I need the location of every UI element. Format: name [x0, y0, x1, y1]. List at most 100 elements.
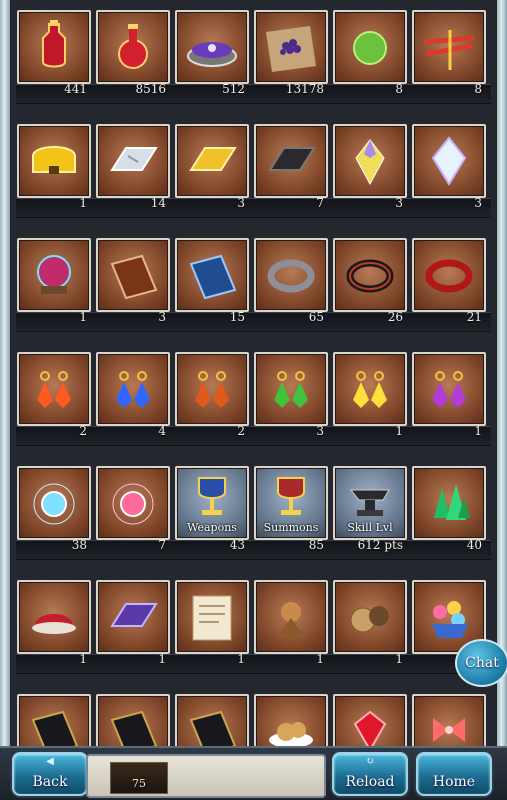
inventory-item[interactable]: Skill Lvl 612 pts: [333, 456, 411, 556]
item-tile[interactable]: [17, 238, 91, 312]
item-tile[interactable]: [412, 10, 486, 84]
item-tile[interactable]: [96, 694, 170, 748]
item-tile[interactable]: [175, 352, 249, 426]
item-tile[interactable]: [96, 10, 170, 84]
inventory-item[interactable]: 4: [96, 342, 174, 442]
item-tile[interactable]: [96, 466, 170, 540]
item-tile[interactable]: [333, 352, 407, 426]
home-button[interactable]: Home: [416, 752, 492, 796]
inventory-item[interactable]: 3: [96, 228, 174, 328]
inventory-item[interactable]: Summons 85: [254, 456, 332, 556]
inventory-item[interactable]: 1: [333, 570, 411, 670]
inventory-item[interactable]: 40: [412, 456, 490, 556]
item-tile[interactable]: [96, 352, 170, 426]
inventory-item[interactable]: 8: [333, 0, 411, 100]
item-tile[interactable]: [333, 580, 407, 654]
inventory-item[interactable]: 1: [17, 114, 95, 214]
item-count: 4: [158, 424, 166, 438]
back-button[interactable]: ◀ Back: [12, 752, 88, 796]
inventory-item[interactable]: 441: [17, 0, 95, 100]
inventory-grid[interactable]: 441 8516 512 13178 8 8 1 14 3 7 3 3 1 3 15 65 26 21 2 4 2 3 1 1…: [10, 0, 497, 748]
inventory-item[interactable]: Weapons 43: [175, 456, 253, 556]
item-tile[interactable]: [333, 124, 407, 198]
inventory-item[interactable]: [96, 684, 174, 748]
item-tile[interactable]: [412, 124, 486, 198]
inventory-item[interactable]: [175, 684, 253, 748]
inventory-row: 38 7 Weapons 43 Summons 85 Skill Lvl 612 pts 40: [10, 456, 497, 576]
inventory-item[interactable]: 13178: [254, 0, 332, 100]
item-tile[interactable]: [333, 238, 407, 312]
item-tile[interactable]: [333, 694, 407, 748]
inventory-item[interactable]: [333, 684, 411, 748]
item-tile[interactable]: [17, 352, 91, 426]
inventory-item[interactable]: 2: [175, 342, 253, 442]
inventory-item[interactable]: 8: [412, 0, 490, 100]
inventory-item[interactable]: 2: [17, 342, 95, 442]
item-tile[interactable]: [175, 124, 249, 198]
item-tile[interactable]: [412, 352, 486, 426]
inventory-item[interactable]: 1: [412, 342, 490, 442]
status-thumbnail: 75: [110, 762, 168, 794]
beast-figure-icon: [276, 602, 306, 638]
item-tile[interactable]: [254, 238, 328, 312]
item-tile[interactable]: [412, 694, 486, 748]
inventory-item[interactable]: 3: [412, 114, 490, 214]
inventory-item[interactable]: 15: [175, 228, 253, 328]
item-tile[interactable]: [175, 580, 249, 654]
item-tile[interactable]: Weapons: [175, 466, 249, 540]
item-count: 40: [466, 538, 482, 552]
inventory-item[interactable]: 7: [254, 114, 332, 214]
item-tile[interactable]: [254, 10, 328, 84]
inventory-item[interactable]: 3: [333, 114, 411, 214]
item-tile[interactable]: [17, 694, 91, 748]
inventory-item[interactable]: 1: [17, 228, 95, 328]
item-count: 43: [229, 538, 245, 552]
item-tile[interactable]: [412, 238, 486, 312]
item-tile[interactable]: Skill Lvl: [333, 466, 407, 540]
inventory-item[interactable]: 65: [254, 228, 332, 328]
inventory-item[interactable]: 3: [254, 342, 332, 442]
item-tile[interactable]: [175, 238, 249, 312]
inventory-item[interactable]: [254, 684, 332, 748]
inventory-item[interactable]: 3: [175, 114, 253, 214]
item-count: 1: [395, 424, 403, 438]
item-tile[interactable]: [175, 10, 249, 84]
inventory-item[interactable]: [17, 684, 95, 748]
inventory-item[interactable]: 7: [96, 456, 174, 556]
item-tile[interactable]: [175, 694, 249, 748]
red-pudding-icon: [32, 614, 76, 634]
item-count: 1: [79, 310, 87, 324]
inventory-item[interactable]: 1: [175, 570, 253, 670]
item-tile[interactable]: [254, 580, 328, 654]
inventory-item[interactable]: 512: [175, 0, 253, 100]
item-tile[interactable]: [412, 466, 486, 540]
inventory-item[interactable]: 1: [333, 342, 411, 442]
reload-label: Reload: [345, 774, 395, 790]
inventory-item[interactable]: 1: [17, 570, 95, 670]
item-tile[interactable]: [254, 694, 328, 748]
inventory-item[interactable]: 1: [254, 570, 332, 670]
item-tile[interactable]: [17, 10, 91, 84]
inventory-item[interactable]: [412, 684, 490, 748]
item-count: 512: [222, 82, 245, 96]
chat-button[interactable]: Chat: [455, 639, 507, 687]
item-tile[interactable]: [254, 352, 328, 426]
item-tile[interactable]: [17, 466, 91, 540]
item-tile[interactable]: [96, 238, 170, 312]
inventory-item[interactable]: 14: [96, 114, 174, 214]
item-tile[interactable]: [254, 124, 328, 198]
reload-button[interactable]: ↻ Reload: [332, 752, 408, 796]
item-tile[interactable]: [96, 580, 170, 654]
silver-ring-icon: [267, 259, 315, 293]
item-tile[interactable]: [96, 124, 170, 198]
item-tile[interactable]: [17, 124, 91, 198]
inventory-item[interactable]: 8516: [96, 0, 174, 100]
inventory-item[interactable]: 38: [17, 456, 95, 556]
inventory-item[interactable]: 1: [96, 570, 174, 670]
inventory-item[interactable]: 21: [412, 228, 490, 328]
item-count: 7: [316, 196, 324, 210]
item-tile[interactable]: [17, 580, 91, 654]
inventory-item[interactable]: 26: [333, 228, 411, 328]
item-tile[interactable]: Summons: [254, 466, 328, 540]
item-tile[interactable]: [333, 10, 407, 84]
